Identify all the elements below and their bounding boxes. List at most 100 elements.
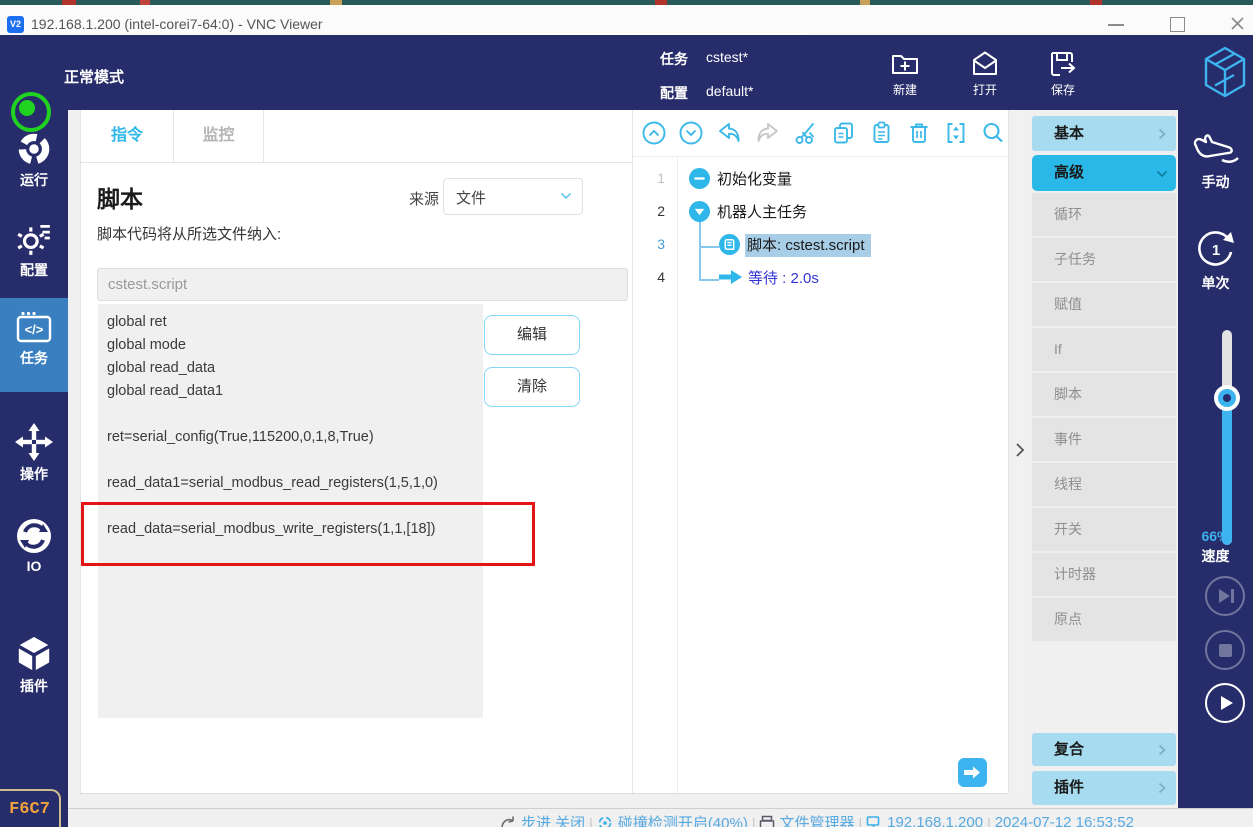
open-task-label: 打开: [955, 81, 1015, 98]
titlebar[interactable]: V2 192.168.1.200 (intel-corei7-64:0) - V…: [0, 5, 1253, 35]
config-label: 配置: [660, 83, 688, 103]
open-task-button[interactable]: 打开: [968, 47, 1015, 98]
next-step-button[interactable]: [958, 758, 987, 787]
sidebar-item-operate[interactable]: 操作: [0, 422, 68, 484]
palette-group-basic[interactable]: 基本: [1032, 116, 1176, 151]
undo-icon[interactable]: [715, 120, 743, 146]
redo-icon[interactable]: [754, 120, 782, 146]
status-badge: F6C7: [0, 789, 61, 827]
sidebar-item-config[interactable]: 配置: [0, 220, 68, 280]
sidebar-item-run[interactable]: 运行: [0, 130, 68, 190]
io-icon: [14, 516, 54, 556]
palette-group-composite[interactable]: 复合: [1032, 733, 1176, 766]
palette-item-assign[interactable]: 赋值: [1032, 283, 1176, 326]
panel-collapse-strip[interactable]: [1008, 110, 1032, 793]
new-task-button[interactable]: 新建: [888, 47, 935, 98]
tree-row-init-vars[interactable]: 1 初始化变量: [633, 162, 1009, 194]
plugin-icon: [14, 634, 54, 674]
hand-icon[interactable]: [1192, 132, 1240, 168]
tree-row-main-task[interactable]: 2 机器人主任务: [633, 195, 1009, 227]
sidebar-item-io[interactable]: IO: [0, 516, 68, 574]
right-control-sidebar: 手动 1 单次 66% 速度: [1178, 110, 1253, 827]
step-forward-button[interactable]: [1205, 576, 1245, 616]
source-value: 文件: [456, 187, 486, 208]
panel-bottom-border: [80, 793, 1008, 794]
svg-text:</>: </>: [25, 322, 44, 337]
expand-all-icon[interactable]: [678, 120, 704, 146]
chevron-right-icon: [1158, 128, 1166, 140]
status-items: 步进 关闭 | 碰撞检测开启(40%) | 文件管理器 | 192.168.1.…: [500, 812, 1134, 827]
mode-indicator-dot: [19, 100, 35, 116]
tree-row-wait[interactable]: 4 等待 : 2.0s: [633, 261, 1009, 293]
new-task-label: 新建: [875, 81, 935, 98]
delete-icon[interactable]: [906, 120, 932, 146]
paste-icon[interactable]: [868, 120, 895, 146]
single-run-icon[interactable]: 1: [1195, 228, 1237, 270]
chevron-right-icon: [1158, 782, 1166, 794]
script-node-icon[interactable]: [719, 234, 740, 255]
play-button[interactable]: [1205, 683, 1245, 723]
save-task-button[interactable]: 保存: [1046, 47, 1093, 98]
tab-instruction[interactable]: 指令: [81, 110, 174, 162]
code-line: global mode: [107, 334, 483, 357]
sidebar-item-task[interactable]: </> 任务: [0, 310, 68, 368]
stop-icon: [1219, 644, 1232, 657]
source-dropdown[interactable]: 文件: [443, 178, 583, 215]
collapsed-node-icon[interactable]: [689, 168, 710, 189]
palette-group-plugin[interactable]: 插件: [1032, 771, 1176, 805]
open-icon: [968, 47, 1002, 81]
maximize-button[interactable]: [1170, 17, 1185, 32]
network-monitor-icon: [866, 815, 883, 827]
play-icon: [1220, 695, 1234, 711]
tree-row-script[interactable]: 3 脚本: cstest.script: [633, 228, 1009, 260]
search-icon[interactable]: [980, 120, 1006, 146]
speed-slider-knob[interactable]: [1214, 385, 1240, 411]
step-mode-icon: [500, 815, 517, 827]
code-line: global read_data1: [107, 380, 483, 403]
tab-monitor[interactable]: 监控: [174, 110, 264, 162]
cut-icon[interactable]: [793, 120, 819, 146]
collapse-all-icon[interactable]: [641, 120, 667, 146]
fold-icon[interactable]: [943, 120, 969, 146]
copy-icon[interactable]: [830, 120, 857, 146]
palette-item-origin[interactable]: 原点: [1032, 598, 1176, 641]
edit-button[interactable]: 编辑: [484, 315, 580, 355]
window-title: 192.168.1.200 (intel-corei7-64:0) - VNC …: [31, 16, 323, 32]
status-step[interactable]: 步进 关闭: [521, 812, 585, 827]
clear-button[interactable]: 清除: [484, 367, 580, 407]
palette-item-timer[interactable]: 计时器: [1032, 553, 1176, 596]
speed-label: 速度: [1178, 546, 1253, 566]
palette-group-advanced[interactable]: 高级: [1032, 155, 1176, 191]
palette-item-event[interactable]: 事件: [1032, 418, 1176, 461]
palette-item-if[interactable]: If: [1032, 328, 1176, 371]
sidebar-item-plugin[interactable]: 插件: [0, 634, 68, 696]
script-file-field[interactable]: cstest.script: [97, 268, 628, 301]
status-collision[interactable]: 碰撞检测开启(40%): [618, 812, 748, 827]
new-icon: [888, 47, 922, 81]
palette-item-thread[interactable]: 线程: [1032, 463, 1176, 506]
status-file-manager[interactable]: 文件管理器: [779, 812, 854, 827]
manual-mode-label[interactable]: 手动: [1178, 172, 1253, 192]
expanded-node-icon[interactable]: [689, 201, 710, 222]
speed-percent: 66%: [1178, 528, 1253, 544]
single-run-label[interactable]: 单次: [1178, 273, 1253, 293]
code-line: global ret: [107, 311, 483, 334]
palette-item-loop[interactable]: 循环: [1032, 193, 1176, 236]
palette-item-script[interactable]: 脚本: [1032, 373, 1176, 416]
description-text: 脚本代码将从所选文件纳入:: [97, 223, 281, 244]
chevron-right-icon: [1015, 442, 1025, 458]
arrow-right-icon: [964, 765, 981, 780]
speed-slider-fill: [1222, 398, 1232, 545]
task-tree-panel: 1 初始化变量 2 机器人主任务 3 脚本: cstest.script 4 等…: [632, 110, 1009, 793]
close-button[interactable]: [1230, 16, 1245, 31]
stop-button[interactable]: [1205, 630, 1245, 670]
operate-icon: [14, 422, 54, 462]
palette-item-switch[interactable]: 开关: [1032, 508, 1176, 551]
row-number: 1: [633, 170, 665, 186]
vnc-window: V2 192.168.1.200 (intel-corei7-64:0) - V…: [0, 0, 1253, 827]
left-sidebar: 运行 配置 </> 任务 操作 IO 插件 F6C7: [0, 110, 68, 827]
minimize-button[interactable]: [1108, 24, 1124, 26]
palette-item-subtask[interactable]: 子任务: [1032, 238, 1176, 281]
status-datetime: 2024-07-12 16:53:52: [995, 814, 1134, 827]
task-icon: </>: [14, 310, 54, 346]
